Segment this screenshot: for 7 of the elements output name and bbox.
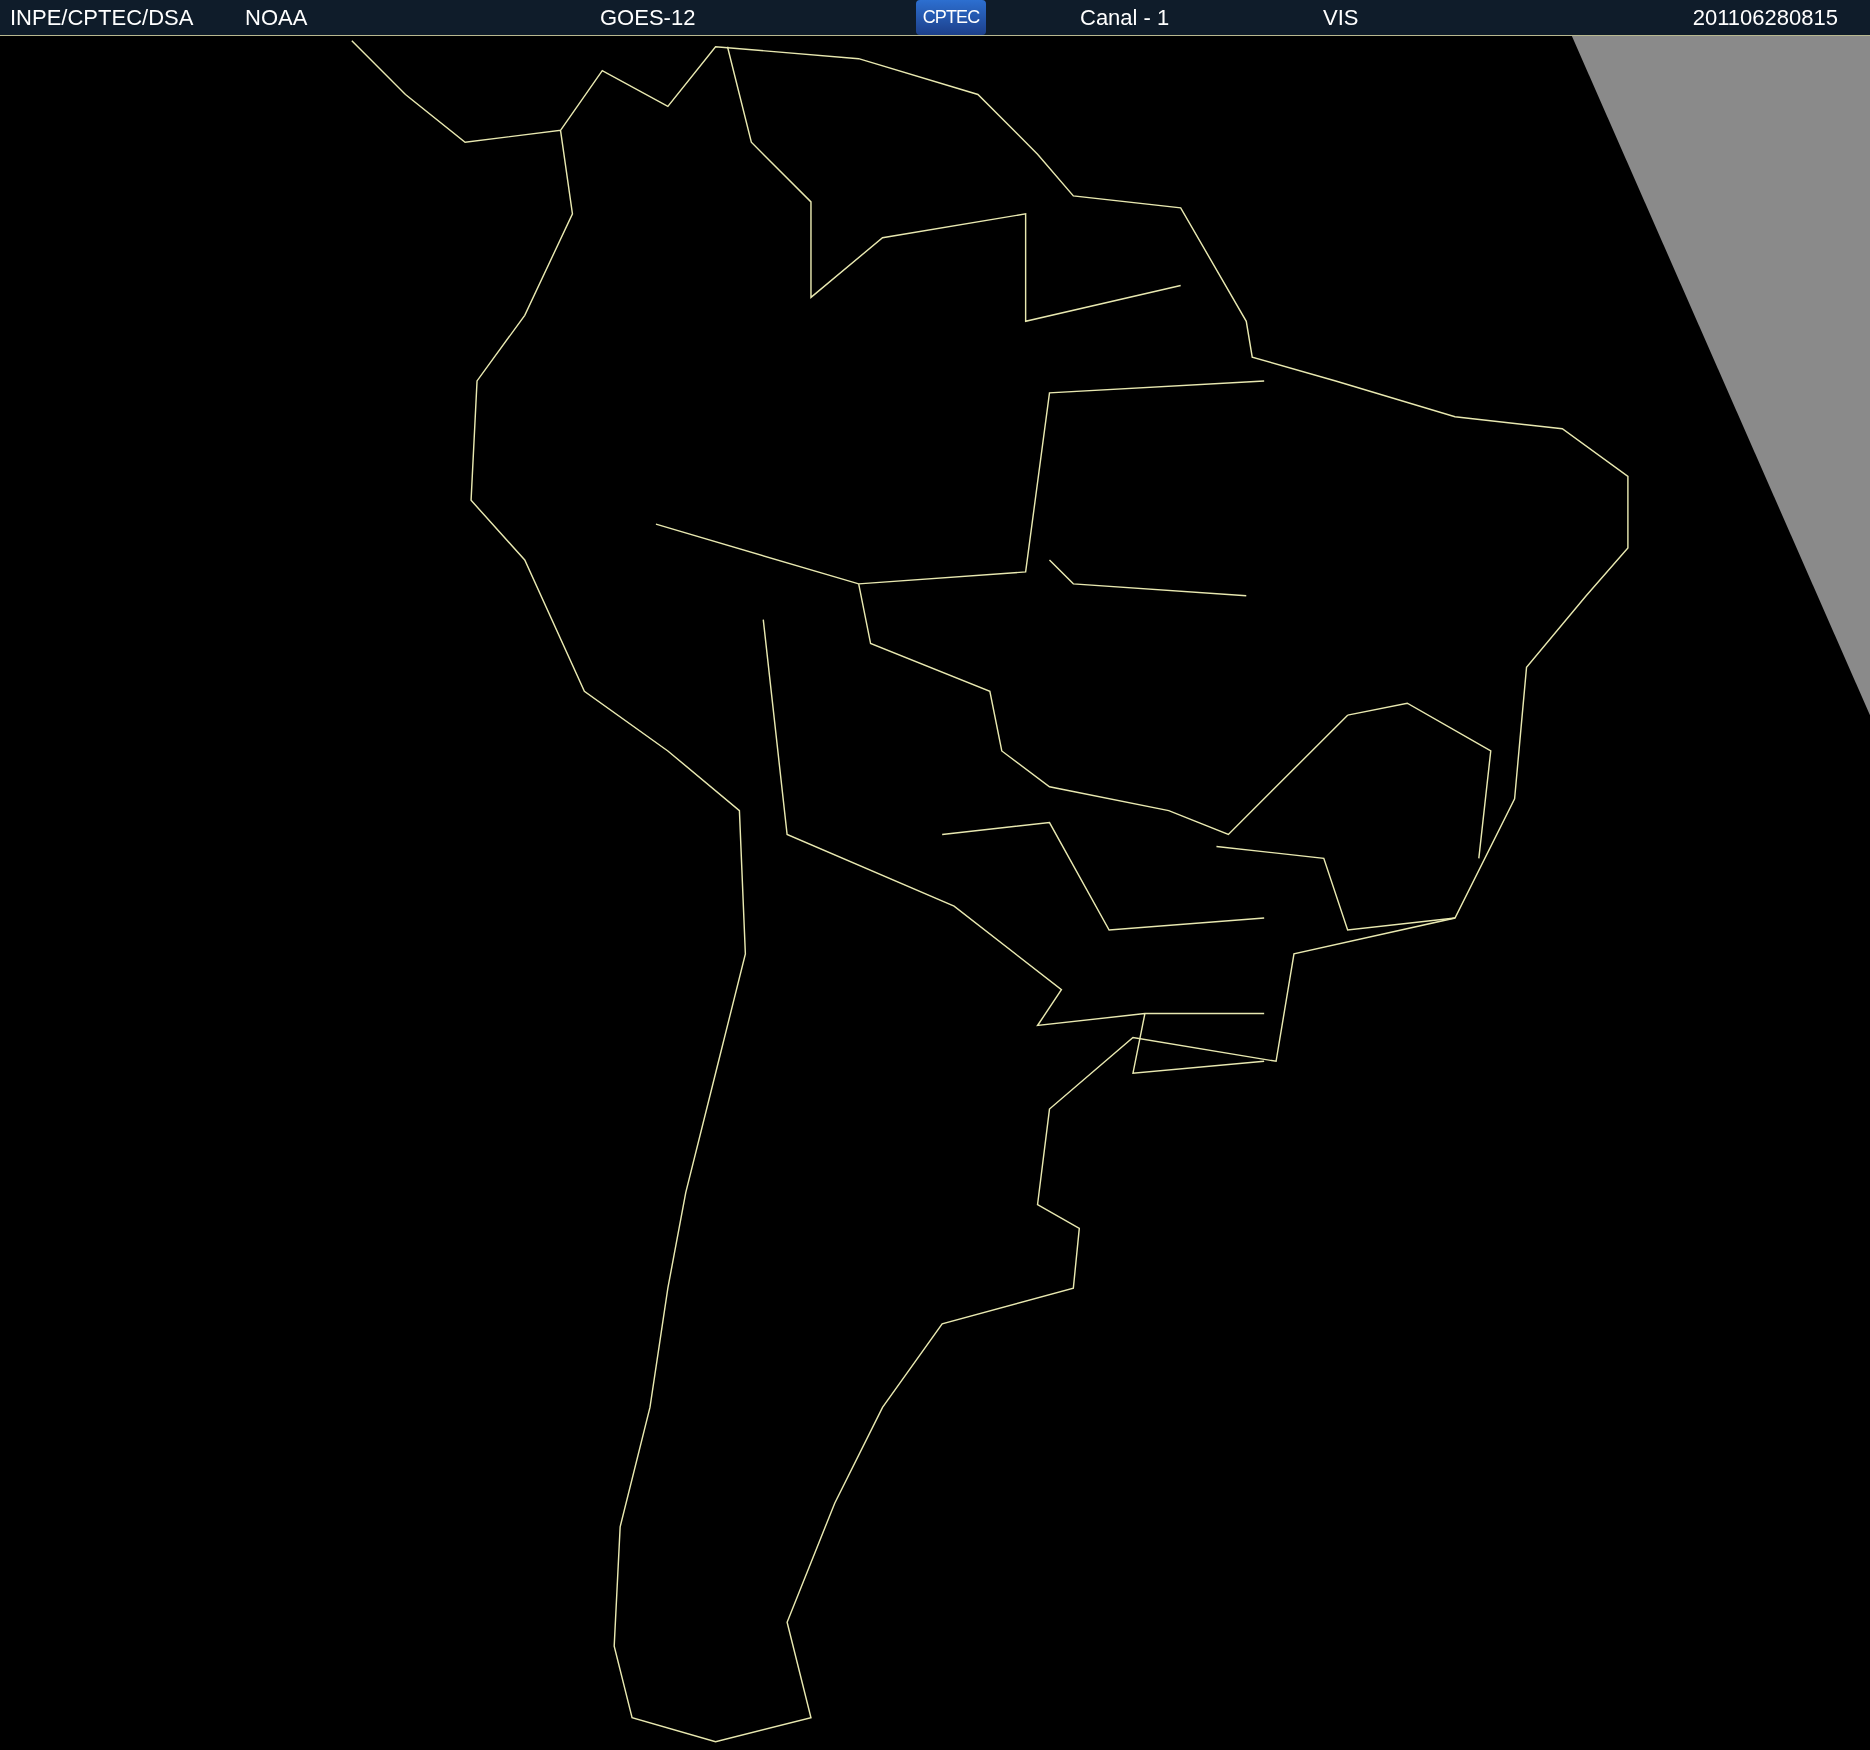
logo: CPTEC <box>916 0 986 35</box>
satellite-label: GOES-12 <box>600 4 696 32</box>
band-label: VIS <box>1323 4 1359 32</box>
channel-label: Canal - 1 <box>1080 4 1170 32</box>
source-label: INPE/CPTEC/DSA <box>10 4 194 32</box>
agency-label: NOAA <box>245 4 308 32</box>
timestamp-label: 201106280815 <box>1692 4 1838 32</box>
